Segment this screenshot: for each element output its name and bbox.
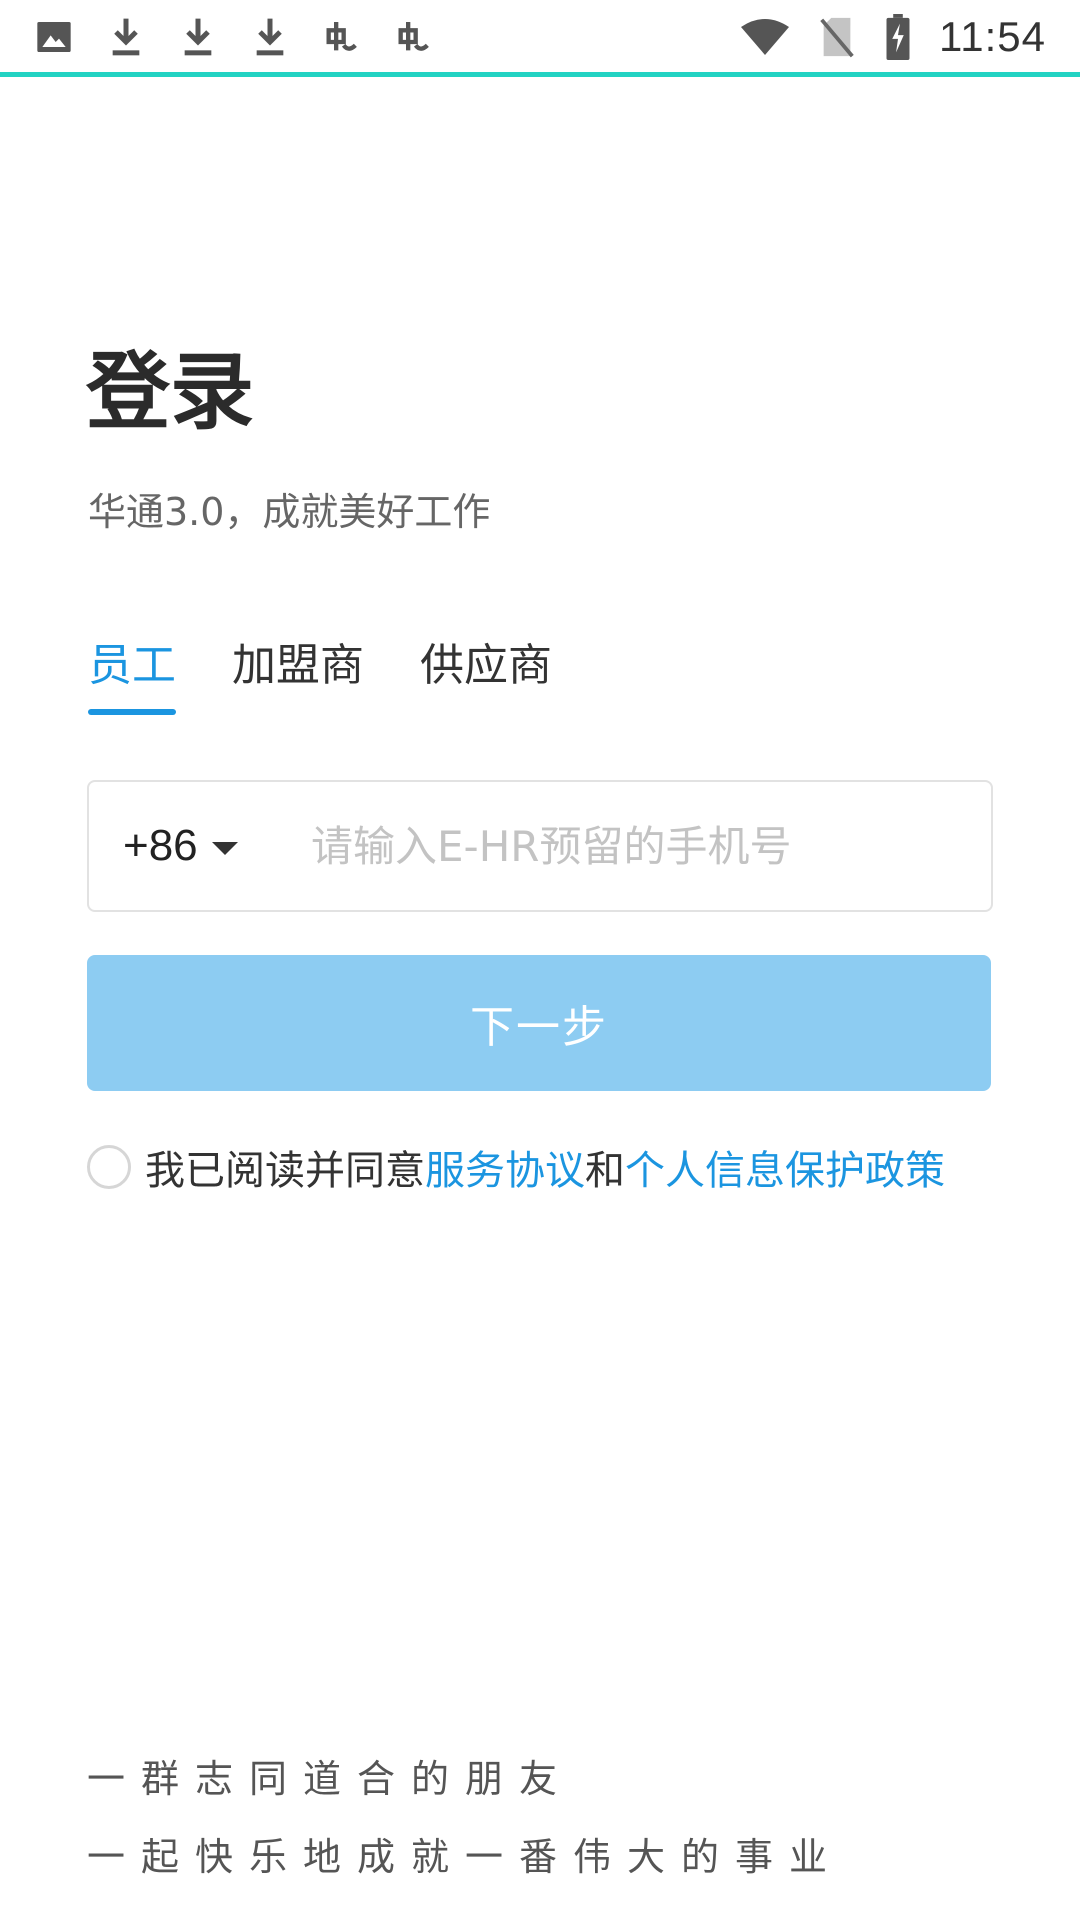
notification-icons [34, 12, 434, 62]
slogan-line-2: 一起快乐地成就一番伟大的事业 [87, 1835, 844, 1879]
system-icons: 11:54 [739, 12, 1046, 62]
phone-field: +86 [87, 780, 993, 912]
service-agreement-link[interactable]: 服务协议 [425, 1138, 585, 1196]
download-icon [178, 15, 218, 59]
status-accent-line [0, 72, 1080, 77]
phone-input[interactable] [311, 821, 991, 871]
page-subtitle: 华通3.0，成就美好工作 [88, 490, 491, 534]
caret-down-icon [211, 841, 238, 855]
slogan-line-1: 一群志同道合的朋友 [87, 1757, 574, 1801]
bug-icon [322, 15, 362, 59]
agree-checkbox[interactable] [87, 1145, 131, 1189]
next-step-button[interactable]: 下一步 [87, 955, 991, 1091]
agreement-prefix: 我已阅读并同意 [145, 1148, 425, 1194]
country-code-select[interactable]: +86 [123, 821, 303, 871]
privacy-policy-link[interactable]: 个人信息保护政策 [625, 1138, 945, 1196]
page-title: 登录 [86, 343, 255, 441]
download-icon [106, 15, 146, 59]
battery-charging-icon [883, 14, 913, 60]
wifi-icon [739, 15, 791, 59]
agreement-row: 我已阅读并同意 服务协议 和 个人信息保护政策 [87, 1138, 945, 1196]
status-bar: 11:54 [0, 0, 1080, 74]
tab-employee[interactable]: 员工 [88, 640, 176, 715]
no-sim-icon [817, 15, 857, 59]
status-time: 11:54 [939, 13, 1046, 60]
country-code-label: +86 [123, 821, 198, 870]
image-icon [34, 15, 74, 59]
login-type-tabs: 员工 加盟商 供应商 [88, 640, 552, 715]
tab-supplier[interactable]: 供应商 [420, 640, 552, 715]
download-icon [250, 15, 290, 59]
agreement-conjunction: 和 [585, 1148, 625, 1194]
bug-icon [394, 15, 434, 59]
tab-franchisee[interactable]: 加盟商 [232, 640, 364, 715]
